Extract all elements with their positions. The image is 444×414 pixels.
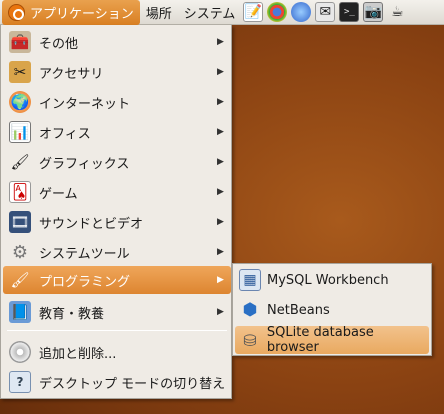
menu-item-sound-video[interactable]: 🎞 サウンドとビデオ ▶ <box>3 208 231 236</box>
menu-item-label: 教育・教養 <box>39 306 105 322</box>
accessories-icon: ✂ <box>9 61 31 83</box>
menu-item-label: グラフィックス <box>39 156 130 172</box>
system-menu[interactable]: システム <box>178 0 242 25</box>
menu-item-label: インターネット <box>39 96 131 112</box>
programming-icon: 🖌 <box>10 271 30 289</box>
submenu-arrow-icon: ▶ <box>217 275 224 285</box>
system-menu-label: システム <box>183 6 236 22</box>
games-icon: 🂡 <box>9 181 31 203</box>
submenu-arrow-icon: ▶ <box>217 187 224 197</box>
submenu-arrow-icon: ▶ <box>217 247 224 257</box>
menu-item-programming[interactable]: 🖌 プログラミング ▶ <box>3 266 231 294</box>
menu-item-education[interactable]: 📘 教育・教養 ▶ <box>3 298 231 326</box>
submenu-arrow-icon: ▶ <box>217 37 224 47</box>
menu-item-accessories[interactable]: ✂ アクセサリ ▶ <box>3 58 231 86</box>
submenu-item-label: MySQL Workbench <box>267 272 389 288</box>
applications-menu-label: アプリケーション <box>30 6 134 22</box>
submenu-arrow-icon: ▶ <box>217 307 224 317</box>
submenu-item-label: SQLite database browser <box>266 325 374 355</box>
internet-icon: 🌍 <box>9 91 31 113</box>
menu-item-graphics[interactable]: 🖌 グラフィックス ▶ <box>3 148 231 176</box>
submenu-arrow-icon: ▶ <box>217 217 224 227</box>
menu-separator <box>7 330 227 331</box>
programming-submenu: ▦ MySQL Workbench ⬢ NetBeans ⛁ SQLite da… <box>232 263 432 356</box>
database-icon: ⛁ <box>243 330 257 350</box>
network-icon[interactable]: 🌐 <box>291 2 312 22</box>
submenu-arrow-icon: ▶ <box>217 97 224 107</box>
mail-icon[interactable]: ✉ <box>315 2 336 22</box>
menu-item-other[interactable]: 🧰 その他 ▶ <box>3 28 231 56</box>
system-tools-icon: ⚙ <box>11 241 29 263</box>
terminal-icon[interactable]: >_ <box>339 2 360 22</box>
places-menu-label: 場所 <box>145 6 172 22</box>
add-remove-icon: 💿 <box>9 341 31 363</box>
text-editor-icon[interactable]: 📝 <box>243 2 264 22</box>
menu-item-label: サウンドとビデオ <box>39 216 144 232</box>
menu-item-office[interactable]: 📊 オフィス ▶ <box>3 118 231 146</box>
menu-item-add-remove[interactable]: 💿 追加と削除... <box>3 338 231 366</box>
menu-item-label: 追加と削除... <box>39 346 117 362</box>
sound-video-icon: 🎞 <box>9 211 31 233</box>
applications-menu[interactable]: アプリケーション <box>2 0 140 25</box>
menu-item-label: オフィス <box>39 126 91 142</box>
java-icon[interactable]: ☕ <box>387 2 407 22</box>
submenu-arrow-icon: ▶ <box>217 157 224 167</box>
office-icon: 📊 <box>9 121 31 143</box>
ubuntu-logo-icon <box>8 3 25 21</box>
places-menu[interactable]: 場所 <box>140 0 178 25</box>
menu-item-system-tools[interactable]: ⚙ システムツール ▶ <box>3 238 231 266</box>
chrome-icon[interactable]: ◉ <box>267 2 288 22</box>
menu-item-desktop-mode[interactable]: ? デスクトップ モードの切り替え <box>3 368 231 396</box>
applications-dropdown: 🧰 その他 ▶ ✂ アクセサリ ▶ 🌍 インターネット ▶ 📊 オフィス ▶ 🖌… <box>0 25 232 399</box>
education-icon: 📘 <box>9 301 31 323</box>
mysql-workbench-icon: ▦ <box>239 269 261 291</box>
desktop-mode-icon: ? <box>9 371 31 393</box>
submenu-arrow-icon: ▶ <box>217 67 224 77</box>
submenu-item-label: NetBeans <box>267 302 330 318</box>
menu-item-internet[interactable]: 🌍 インターネット ▶ <box>3 88 231 116</box>
menu-item-label: システムツール <box>39 246 130 262</box>
menu-item-label: ゲーム <box>39 186 78 202</box>
graphics-icon: 🖌 <box>10 153 30 171</box>
menu-item-label: プログラミング <box>39 274 131 290</box>
camera-icon[interactable]: 📷 <box>363 2 384 22</box>
submenu-item-sqlite-browser[interactable]: ⛁ SQLite database browser <box>235 325 429 355</box>
menu-item-label: デスクトップ モードの切り替え <box>39 376 226 392</box>
menu-item-label: アクセサリ <box>39 66 104 82</box>
launcher-bar: 📝 ◉ 🌐 ✉ >_ 📷 ☕ <box>243 2 411 22</box>
other-icon: 🧰 <box>9 31 31 53</box>
top-panel: アプリケーション 場所 システム 📝 ◉ 🌐 ✉ >_ 📷 ☕ <box>0 0 444 25</box>
netbeans-icon: ⬢ <box>242 300 258 320</box>
submenu-arrow-icon: ▶ <box>217 127 224 137</box>
submenu-item-netbeans[interactable]: ⬢ NetBeans <box>235 296 429 324</box>
menu-item-games[interactable]: 🂡 ゲーム ▶ <box>3 178 231 206</box>
submenu-item-mysql-workbench[interactable]: ▦ MySQL Workbench <box>235 266 429 294</box>
menu-item-label: その他 <box>39 36 79 52</box>
